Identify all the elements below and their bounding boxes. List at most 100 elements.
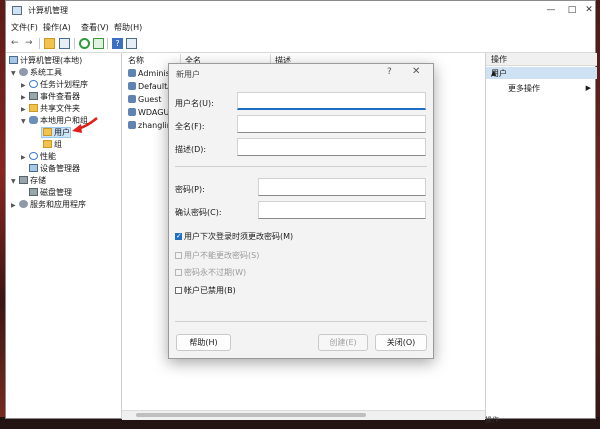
list-item[interactable]: zhanglin [128,120,172,131]
user-icon [128,82,136,90]
event-viewer-icon [29,92,38,100]
chevron-down-icon[interactable]: ▼ [11,176,19,187]
chevron-down-icon[interactable]: ▼ [11,68,19,79]
user-icon [128,69,136,77]
back-icon[interactable]: ← [11,38,22,49]
chevron-up-icon[interactable]: ▲ [491,69,591,77]
menu-action[interactable]: 操作(A) [43,22,71,33]
window-title: 计算机管理 [28,6,68,15]
user-icon [128,95,136,103]
description-field[interactable] [237,138,426,156]
username-label: 用户名(U): [175,99,214,108]
tree-item-local-users-groups[interactable]: ▼ 本地用户和组 [21,115,88,126]
more-actions-link[interactable]: 更多操作 [508,83,540,94]
export-list-icon[interactable] [93,38,104,49]
tree-item-services-apps[interactable]: ▶ 服务和应用程序 [11,199,86,210]
create-button[interactable]: 创建(E) [318,334,368,351]
toolbar-separator [107,38,108,49]
checkbox-checked-icon[interactable] [175,231,182,242]
checkbox-icon[interactable] [175,269,182,276]
folder-icon [43,128,52,136]
status-text: 操作 [485,416,499,424]
menu-help[interactable]: 帮助(H) [114,22,142,33]
actions-pane: 操作 用户 ▲ 更多操作 ▶ [485,53,597,419]
clock-icon [29,80,38,88]
checkbox-icon[interactable] [175,252,182,259]
tools-icon [19,68,28,76]
user-icon [128,108,136,116]
list-item[interactable]: Guest [128,94,162,105]
fullname-label: 全名(F): [175,122,205,131]
chevron-down-icon[interactable]: ▼ [21,116,29,127]
chevron-right-icon[interactable]: ▶ [586,84,591,92]
new-user-dialog: 新用户 ? ✕ 用户名(U): 全名(F): 描述(D): 密码(P): 确认密… [168,63,434,359]
show-hide-tree-icon[interactable] [59,38,70,49]
checkbox-cannot-change-password[interactable]: 用户不能更改密码(S) [175,250,259,261]
services-icon [19,200,28,208]
tree-item-users[interactable]: 用户 [43,127,70,138]
menu-file[interactable]: 文件(F) [11,22,38,33]
disk-icon [29,188,38,196]
horizontal-scrollbar[interactable] [122,410,485,420]
username-field[interactable] [237,92,426,110]
folder-icon [43,140,52,148]
minimize-button[interactable]: — [541,3,561,17]
computer-management-icon [12,6,22,15]
close-button[interactable]: 关闭(O) [375,334,427,351]
password-label: 密码(P): [175,185,205,194]
divider [175,321,427,322]
users-icon [29,116,38,124]
tree-item-shared-folders[interactable]: ▶ 共享文件夹 [21,103,80,114]
close-icon[interactable]: ✕ [412,66,420,77]
tree-item-disk-management[interactable]: 磁盘管理 [29,187,72,198]
scrollbar-thumb[interactable] [136,413,366,417]
checkbox-change-password-next-logon[interactable]: 用户下次登录时须更改密码(M) [175,231,293,242]
column-header-name[interactable]: 名称 [128,55,144,66]
toolbar: ← → ? [6,35,595,53]
tree-item-event-viewer[interactable]: ▶ 事件查看器 [21,91,80,102]
tree-item-system-tools[interactable]: ▼ 系统工具 [11,67,62,78]
checkbox-password-never-expires[interactable]: 密码永不过期(W) [175,267,246,278]
tree-item-root[interactable]: 计算机管理(本地) [9,55,82,66]
dialog-title: 新用户 [176,70,200,79]
password-field[interactable] [258,178,426,196]
confirm-password-label: 确认密码(C): [175,208,222,217]
help-icon[interactable]: ? [387,67,392,77]
computer-icon [9,56,18,64]
tree-item-performance[interactable]: ▶ 性能 [21,151,56,162]
menu-view[interactable]: 查看(V) [81,22,109,33]
user-icon [128,121,136,129]
tree-item-task-scheduler[interactable]: ▶ 任务计划程序 [21,79,88,90]
actions-header: 操作 [486,53,597,66]
checkbox-icon[interactable] [175,287,182,294]
close-window-button[interactable]: ✕ [579,3,599,17]
storage-icon [19,176,28,184]
device-manager-icon [29,164,38,172]
chevron-right-icon[interactable]: ▶ [11,200,19,211]
description-label: 描述(D): [175,145,207,154]
refresh-icon[interactable] [79,38,90,49]
toolbar-separator [39,38,40,49]
title-bar: 计算机管理 — □ ✕ [6,1,595,20]
navigation-tree: 计算机管理(本地) ▼ 系统工具 ▶ 任务计划程序 ▶ 事件查看器 ▶ 共享文件夹 ▼ 本… [6,53,122,419]
up-folder-icon[interactable] [44,38,55,49]
confirm-password-field[interactable] [258,201,426,219]
chevron-right-icon[interactable]: ▶ [21,152,29,163]
help-button[interactable]: 帮助(H) [176,334,231,351]
chevron-right-icon[interactable]: ▶ [21,80,29,91]
fullname-field[interactable] [237,115,426,133]
help-icon[interactable]: ? [112,38,123,49]
show-action-pane-icon[interactable] [126,38,137,49]
tree-item-device-manager[interactable]: 设备管理器 [29,163,80,174]
chevron-right-icon[interactable]: ▶ [21,92,29,103]
toolbar-separator [74,38,75,49]
tree-item-groups[interactable]: 组 [43,139,62,150]
divider [175,166,427,167]
checkbox-account-disabled[interactable]: 帐户已禁用(B) [175,285,236,296]
actions-section-users[interactable]: 用户 ▲ [486,67,597,79]
forward-icon[interactable]: → [25,38,36,49]
tree-item-storage[interactable]: ▼ 存储 [11,175,46,186]
menu-bar: 文件(F) 操作(A) 查看(V) 帮助(H) [6,21,595,34]
chevron-right-icon[interactable]: ▶ [21,104,29,115]
shared-folder-icon [29,104,38,112]
